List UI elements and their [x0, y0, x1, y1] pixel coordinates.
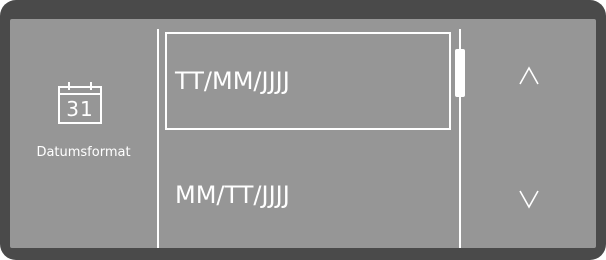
- option-label: TT/MM/JJJJ: [175, 67, 290, 95]
- chevron-down-icon: [519, 190, 539, 209]
- option-label: MM/TT/JJJJ: [175, 181, 290, 209]
- setting-info-panel: 31 Datumsformat: [10, 19, 157, 248]
- calendar-day-number: 31: [66, 97, 94, 121]
- left-divider: [157, 29, 159, 248]
- display-screen: 31 Datumsformat TT/MM/JJJJ MM/TT/JJJJ: [10, 19, 596, 248]
- scroll-up-button[interactable]: [461, 19, 596, 133]
- option-date-format-2[interactable]: MM/TT/JJJJ: [165, 146, 451, 244]
- scroll-down-button[interactable]: [461, 134, 596, 248]
- option-date-format-1[interactable]: TT/MM/JJJJ: [165, 32, 451, 130]
- device-bezel: 31 Datumsformat TT/MM/JJJJ MM/TT/JJJJ: [0, 0, 606, 260]
- chevron-up-icon: [519, 66, 539, 85]
- setting-label: Datumsformat: [36, 145, 131, 160]
